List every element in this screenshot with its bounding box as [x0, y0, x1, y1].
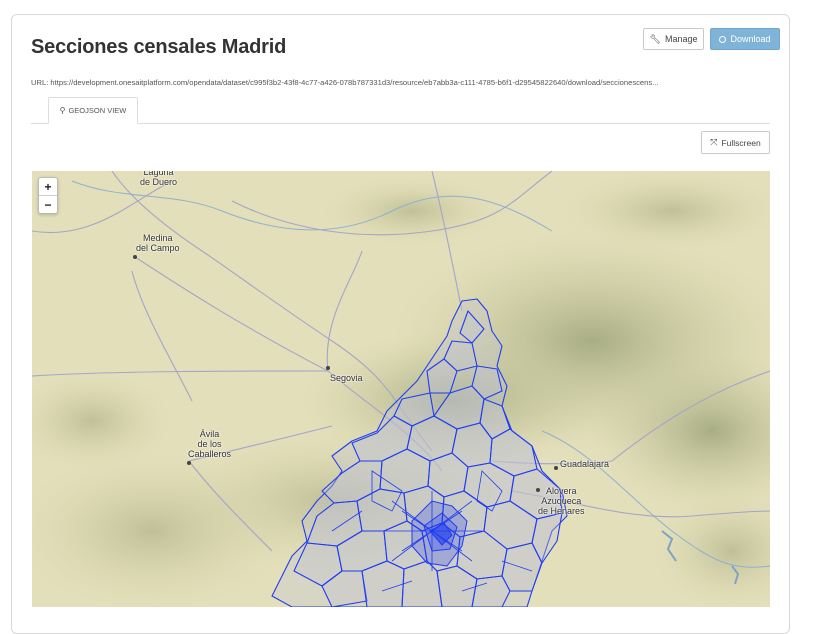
- zoom-control: + −: [38, 177, 58, 214]
- download-icon: [719, 35, 727, 43]
- map-marker-icon: ⚲: [59, 106, 66, 115]
- zoom-out-button[interactable]: −: [39, 195, 57, 213]
- place-label-medina: Medina del Campo: [136, 233, 180, 253]
- zoom-in-button[interactable]: +: [39, 178, 57, 195]
- resource-url[interactable]: URL: https://development.onesaitplatform…: [31, 78, 769, 87]
- map-view[interactable]: + − Laguna de Duero Medina del Campo Seg…: [32, 171, 770, 607]
- tab-label: GEOJSON VIEW: [68, 106, 127, 115]
- place-label-laguna: Laguna de Duero: [140, 171, 178, 187]
- place-label-alovera: Alovera Azuqueca de Henares: [538, 486, 585, 516]
- fullscreen-button[interactable]: ⤧ Fullscreen: [701, 131, 770, 154]
- fullscreen-button-label: Fullscreen: [721, 137, 761, 148]
- tabs-divider: [31, 123, 770, 124]
- manage-button[interactable]: 🔧︎ Manage: [643, 28, 704, 50]
- manage-button-label: Manage: [664, 34, 698, 44]
- download-button[interactable]: Download: [710, 28, 780, 50]
- expand-icon: ⤧: [710, 137, 718, 147]
- tab-geojson-view[interactable]: ⚲ GEOJSON VIEW: [48, 97, 138, 124]
- page-title: Secciones censales Madrid: [31, 36, 287, 58]
- wrench-icon: 🔧︎: [649, 33, 661, 44]
- place-label-avila: Ávila de los Caballeros: [188, 429, 232, 459]
- place-label-guadalajara: Guadalajara: [560, 459, 610, 469]
- place-label-segovia: Segovia: [330, 373, 363, 383]
- download-button-label: Download: [730, 34, 771, 44]
